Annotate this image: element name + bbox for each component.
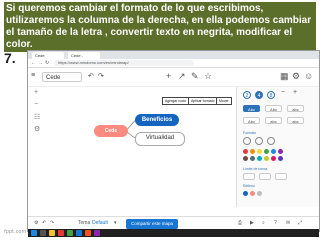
panel-label-fill: Relleno	[243, 184, 255, 188]
dropdown-chevron-icon[interactable]: ▾	[114, 220, 117, 226]
align-right-icon[interactable]	[267, 137, 275, 145]
os-taskbar	[28, 229, 319, 237]
fill-swatch[interactable]	[250, 191, 255, 196]
color-swatch[interactable]	[271, 156, 276, 161]
align-center-icon[interactable]	[255, 137, 263, 145]
style-button-underline[interactable]: abc	[287, 105, 304, 112]
taskbar-browser-icon[interactable]	[67, 230, 73, 236]
watermark: fppt.com	[4, 229, 27, 235]
windows-start-icon[interactable]	[31, 230, 37, 236]
style-button-strike[interactable]: abc	[287, 117, 304, 124]
taskbar-powerpoint-icon[interactable]	[85, 230, 91, 236]
present-icon[interactable]: ▶	[250, 220, 254, 226]
bottom-settings-icon[interactable]: ⚙	[34, 220, 38, 226]
panel-label-shape: Límite de forma	[243, 167, 268, 171]
bottom-undo-icon[interactable]: ↶	[42, 220, 46, 226]
print-icon[interactable]: ⎙	[238, 220, 242, 226]
shape-option[interactable]	[275, 173, 287, 180]
caption-text: Si queremos cambiar el formato de lo que…	[4, 2, 316, 52]
taskbar-word-icon[interactable]	[76, 230, 82, 236]
fill-swatch[interactable]	[257, 191, 262, 196]
color-swatch[interactable]	[264, 156, 269, 161]
taskbar-app-icon[interactable]	[94, 230, 100, 236]
step-number: 7.	[4, 50, 16, 66]
shape-option[interactable]	[243, 173, 255, 180]
style-button-italic[interactable]: Abc	[265, 105, 282, 112]
color-swatch[interactable]	[264, 149, 269, 154]
color-swatch[interactable]	[243, 149, 248, 154]
style-button-bold[interactable]: Abc	[243, 105, 260, 112]
minus-icon[interactable]: −	[281, 89, 285, 96]
zoom-icon[interactable]: ⌕	[262, 220, 265, 226]
panel-label-format: Formato	[243, 131, 257, 135]
format-panel: 2 4 8 − + Abc Abc abc Abc abc abc Format…	[236, 87, 319, 207]
theme-select[interactable]: Default	[92, 220, 108, 226]
font-size-medium[interactable]: 4	[255, 91, 263, 99]
color-swatch[interactable]	[243, 156, 248, 161]
taskbar-search-icon[interactable]	[40, 230, 46, 236]
taskbar-folder-icon[interactable]	[49, 230, 55, 236]
taskbar-app-icon[interactable]	[58, 230, 64, 236]
central-node[interactable]: Cede	[94, 125, 128, 137]
color-swatch[interactable]	[250, 149, 255, 154]
color-swatch[interactable]	[278, 156, 283, 161]
font-size-large[interactable]: 8	[267, 91, 275, 99]
topic-node-beneficios[interactable]: Beneficios	[135, 114, 179, 126]
fullscreen-icon[interactable]: ⤢	[298, 220, 302, 226]
topic-node-virtualidad[interactable]: Virtualidad	[135, 132, 185, 146]
color-swatch[interactable]	[271, 149, 276, 154]
font-size-small[interactable]: 2	[243, 91, 251, 99]
style-button-case[interactable]: Abc	[243, 117, 260, 124]
browser-window: Cede Cede - Mindomo ← → ↻ https://www.mi…	[27, 50, 320, 232]
style-button-lower[interactable]: abc	[265, 117, 282, 124]
chat-icon[interactable]: ✉	[286, 220, 290, 226]
shape-option[interactable]	[259, 173, 271, 180]
color-swatch[interactable]	[250, 156, 255, 161]
plus-icon[interactable]: +	[293, 89, 297, 96]
help-icon[interactable]: ?	[274, 220, 277, 226]
align-left-icon[interactable]	[243, 137, 251, 145]
color-swatch[interactable]	[257, 156, 262, 161]
share-map-button[interactable]: Compartir este mapa	[126, 219, 178, 229]
bottom-redo-icon[interactable]: ↷	[50, 220, 54, 226]
color-swatch[interactable]	[257, 149, 262, 154]
fill-swatch[interactable]	[243, 191, 248, 196]
color-swatch[interactable]	[278, 149, 283, 154]
theme-label: Tema	[78, 220, 91, 226]
